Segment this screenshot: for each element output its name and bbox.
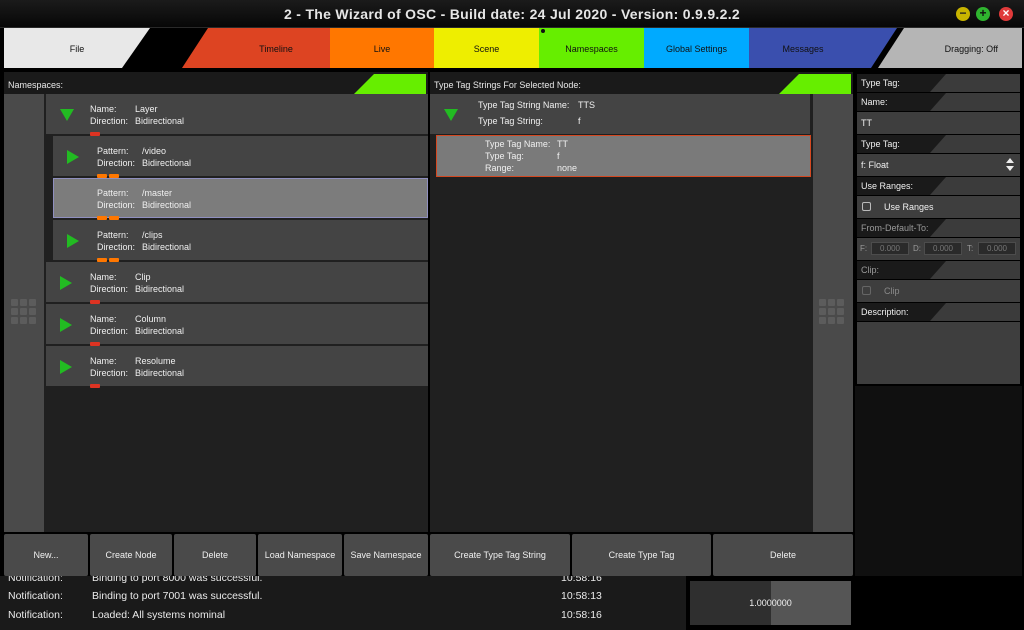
status-bar-indicator bbox=[97, 212, 121, 220]
description-field[interactable] bbox=[857, 322, 1020, 384]
active-tab-indicator bbox=[541, 29, 545, 33]
load-namespace-button[interactable]: Load Namespace bbox=[258, 534, 342, 576]
expand-arrow-icon[interactable] bbox=[60, 360, 72, 374]
pattern-row-clips[interactable]: Pattern:/clips Direction: Bidirectional bbox=[53, 220, 428, 262]
namespaces-header: Namespaces: bbox=[4, 72, 428, 94]
status-bar-indicator bbox=[90, 380, 102, 388]
type-tag-range: none bbox=[557, 163, 578, 173]
namespace-row-resolume[interactable]: Name: Resolume Direction: Bidirectional bbox=[46, 346, 428, 388]
type-tags-header: Type Tag Strings For Selected Node: bbox=[430, 72, 853, 94]
namespace-direction: Bidirectional bbox=[135, 368, 185, 378]
pattern-row-video[interactable]: Pattern:/video Direction: Bidirectional bbox=[53, 136, 428, 178]
pattern-value: /video bbox=[142, 146, 167, 156]
type-tag-select-header: Type Tag: bbox=[857, 135, 1020, 153]
pattern-value: /clips bbox=[142, 230, 163, 240]
description-header: Description: bbox=[857, 303, 1020, 321]
status-bar-indicator bbox=[90, 338, 102, 346]
namespace-name: Layer bbox=[135, 104, 158, 114]
title-bar: 2 - The Wizard of OSC - Build date: 24 J… bbox=[0, 0, 1024, 28]
pattern-direction: Bidirectional bbox=[142, 242, 192, 252]
use-ranges-row: Use Ranges bbox=[857, 196, 1020, 218]
collapse-arrow-icon[interactable] bbox=[444, 109, 458, 121]
create-node-button[interactable]: Create Node bbox=[90, 534, 172, 576]
pattern-row-master[interactable]: Pattern:/master Direction: Bidirectional bbox=[53, 178, 428, 220]
tab-global-settings[interactable]: Global Settings bbox=[644, 28, 749, 68]
tab-file[interactable]: File bbox=[4, 28, 150, 68]
namespace-direction: Bidirectional bbox=[135, 284, 185, 294]
type-tag-select[interactable]: f: Float bbox=[857, 154, 1020, 176]
dragging-toggle[interactable]: Dragging: Off bbox=[878, 28, 1022, 68]
namespace-name: Resolume bbox=[135, 356, 176, 366]
delete-node-button[interactable]: Delete bbox=[174, 534, 256, 576]
namespace-row-clip[interactable]: Name: Clip Direction: Bidirectional bbox=[46, 262, 428, 304]
expand-arrow-icon[interactable] bbox=[67, 150, 79, 164]
namespace-row-column[interactable]: Name: Column Direction: Bidirectional bbox=[46, 304, 428, 346]
use-ranges-header: Use Ranges: bbox=[857, 177, 1020, 195]
to-value-field[interactable]: 0.000 bbox=[978, 242, 1016, 255]
select-arrows-icon bbox=[1006, 158, 1014, 163]
clip-checkbox[interactable] bbox=[862, 286, 871, 295]
create-type-tag-button[interactable]: Create Type Tag bbox=[572, 534, 711, 576]
namespace-name: Column bbox=[135, 314, 167, 324]
namespace-name: Clip bbox=[135, 272, 151, 282]
value-slider[interactable]: 1.0000000 bbox=[690, 581, 851, 625]
type-tags-header-accent bbox=[779, 74, 851, 94]
delete-type-tag-button[interactable]: Delete bbox=[713, 534, 853, 576]
properties-empty-area bbox=[855, 386, 1022, 576]
main-tabs: File Timeline Live Scene Namespaces Glob… bbox=[0, 28, 1024, 68]
from-default-to-row: F: 0.000 D: 0.000 T: 0.000 bbox=[857, 238, 1020, 260]
expand-arrow-icon[interactable] bbox=[60, 318, 72, 332]
tab-live[interactable]: Live bbox=[330, 28, 434, 68]
from-value-field[interactable]: 0.000 bbox=[871, 242, 909, 255]
namespace-direction: Bidirectional bbox=[135, 326, 185, 336]
collapse-arrow-icon[interactable] bbox=[60, 109, 74, 121]
create-type-tag-string-button[interactable]: Create Type Tag String bbox=[430, 534, 570, 576]
namespace-row-layer[interactable]: Name: Layer Direction: Bidirectional bbox=[46, 94, 428, 136]
clip-row: Clip bbox=[857, 280, 1020, 302]
grip-dots-icon bbox=[819, 299, 844, 324]
close-button[interactable]: × bbox=[999, 7, 1013, 21]
namespaces-list: Name: Layer Direction: Bidirectional Patte… bbox=[4, 94, 428, 532]
type-tag-string-name: TTS bbox=[578, 100, 595, 110]
new-namespace-button[interactable]: New... bbox=[4, 534, 88, 576]
slider-value: 1.0000000 bbox=[749, 598, 792, 608]
grip-dots-icon bbox=[11, 299, 36, 324]
tab-messages[interactable]: Messages bbox=[749, 28, 897, 68]
pattern-value: /master bbox=[142, 188, 173, 198]
type-tag-header: Type Tag: bbox=[857, 74, 1020, 92]
expand-arrow-icon[interactable] bbox=[60, 276, 72, 290]
namespaces-header-accent bbox=[354, 74, 426, 94]
type-tags-scroll-grip[interactable] bbox=[813, 94, 853, 532]
namespaces-scroll-grip[interactable] bbox=[4, 94, 44, 532]
clip-header: Clip: bbox=[857, 261, 1020, 279]
from-default-to-header: From-Default-To: bbox=[857, 219, 1020, 237]
default-value-field[interactable]: 0.000 bbox=[924, 242, 962, 255]
minimize-button[interactable]: − bbox=[956, 7, 970, 21]
status-bar-indicator bbox=[97, 254, 121, 262]
use-ranges-checkbox[interactable] bbox=[862, 202, 871, 211]
type-tag-row[interactable]: Type Tag Name: TT Type Tag: f Range: none bbox=[436, 135, 811, 177]
status-bar-indicator bbox=[90, 296, 102, 304]
pattern-direction: Bidirectional bbox=[142, 158, 192, 168]
save-namespace-button[interactable]: Save Namespace bbox=[344, 534, 428, 576]
namespace-direction: Bidirectional bbox=[135, 116, 185, 126]
notification-log: Notification: Binding to port 8000 was s… bbox=[0, 576, 686, 630]
pattern-direction: Bidirectional bbox=[142, 200, 192, 210]
type-tag-string-value: f bbox=[578, 116, 581, 126]
name-field[interactable]: TT bbox=[857, 112, 1020, 134]
tab-scene[interactable]: Scene bbox=[434, 28, 539, 68]
status-bar-indicator bbox=[90, 128, 102, 136]
window-title: 2 - The Wizard of OSC - Build date: 24 J… bbox=[284, 6, 740, 22]
tab-namespaces[interactable]: Namespaces bbox=[539, 28, 644, 68]
maximize-button[interactable]: + bbox=[976, 7, 990, 21]
status-bar-indicator bbox=[97, 170, 121, 178]
type-tag-string-row[interactable]: Type Tag String Name: TTS Type Tag String… bbox=[430, 94, 810, 134]
type-tag-value: f bbox=[557, 151, 560, 161]
name-header: Name: bbox=[857, 93, 1020, 111]
expand-arrow-icon[interactable] bbox=[67, 234, 79, 248]
type-tag-name: TT bbox=[557, 139, 568, 149]
type-tags-list: Type Tag String Name: TTS Type Tag String… bbox=[430, 94, 853, 532]
tab-timeline[interactable]: Timeline bbox=[182, 28, 330, 68]
